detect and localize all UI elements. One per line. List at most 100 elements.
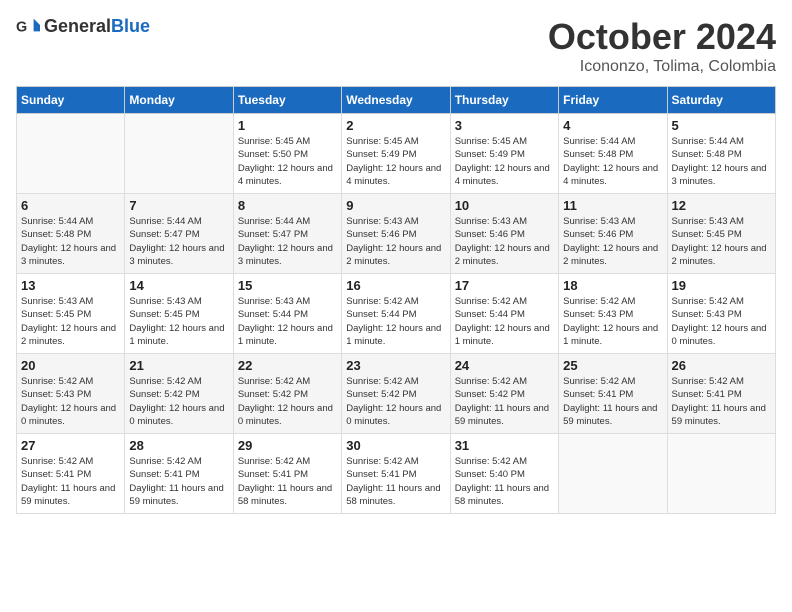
calendar-cell: 20Sunrise: 5:42 AM Sunset: 5:43 PM Dayli… (17, 354, 125, 434)
day-number: 8 (238, 198, 337, 213)
day-number: 24 (455, 358, 554, 373)
weekday-header-tuesday: Tuesday (233, 87, 341, 114)
day-number: 7 (129, 198, 228, 213)
day-info: Sunrise: 5:44 AM Sunset: 5:48 PM Dayligh… (672, 135, 771, 188)
day-number: 14 (129, 278, 228, 293)
day-info: Sunrise: 5:42 AM Sunset: 5:42 PM Dayligh… (455, 375, 554, 428)
calendar-cell: 8 Sunrise: 5:44 AM Sunset: 5:47 PM Daylig… (233, 194, 341, 274)
calendar-cell: 16 Sunrise: 5:42 AM Sunset: 5:44 PM Dayli… (342, 274, 450, 354)
calendar-cell: 11 Sunrise: 5:43 AM Sunset: 5:46 PM Dayli… (559, 194, 667, 274)
header: G GeneralBlue October 2024 Icononzo, Tol… (16, 16, 776, 76)
day-number: 22 (238, 358, 337, 373)
calendar-cell: 7 Sunrise: 5:44 AM Sunset: 5:47 PM Daylig… (125, 194, 233, 274)
day-number: 28 (129, 438, 228, 453)
day-info: Sunrise: 5:42 AM Sunset: 5:43 PM Dayligh… (563, 295, 662, 348)
calendar-cell: 1 Sunrise: 5:45 AM Sunset: 5:50 PM Daylig… (233, 114, 341, 194)
day-number: 21 (129, 358, 228, 373)
day-info: Sunrise: 5:44 AM Sunset: 5:47 PM Dayligh… (129, 215, 228, 268)
day-number: 4 (563, 118, 662, 133)
location-title: Icononzo, Tolima, Colombia (548, 58, 776, 76)
calendar-table: SundayMondayTuesdayWednesdayThursdayFrid… (16, 86, 776, 514)
day-number: 12 (672, 198, 771, 213)
weekday-header-wednesday: Wednesday (342, 87, 450, 114)
day-number: 17 (455, 278, 554, 293)
day-info: Sunrise: 5:42 AM Sunset: 5:41 PM Dayligh… (129, 455, 228, 508)
calendar-cell: 31 Sunrise: 5:42 AM Sunset: 5:40 PM Dayli… (450, 434, 558, 514)
weekday-header-friday: Friday (559, 87, 667, 114)
calendar-cell: 2 Sunrise: 5:45 AM Sunset: 5:49 PM Daylig… (342, 114, 450, 194)
calendar-cell: 22 Sunrise: 5:42 AM Sunset: 5:42 PM Dayli… (233, 354, 341, 434)
day-info: Sunrise: 5:43 AM Sunset: 5:46 PM Dayligh… (563, 215, 662, 268)
logo-icon: G (16, 17, 40, 37)
day-info: Sunrise: 5:43 AM Sunset: 5:44 PM Dayligh… (238, 295, 337, 348)
day-info: Sunrise: 5:45 AM Sunset: 5:49 PM Dayligh… (346, 135, 445, 188)
calendar-cell: 18 Sunrise: 5:42 AM Sunset: 5:43 PM Dayli… (559, 274, 667, 354)
weekday-header-saturday: Saturday (667, 87, 775, 114)
day-number: 16 (346, 278, 445, 293)
day-info: Sunrise: 5:44 AM Sunset: 5:48 PM Dayligh… (21, 215, 120, 268)
day-info: Sunrise: 5:45 AM Sunset: 5:50 PM Dayligh… (238, 135, 337, 188)
calendar-cell: 24 Sunrise: 5:42 AM Sunset: 5:42 PM Dayli… (450, 354, 558, 434)
day-number: 27 (21, 438, 120, 453)
day-number: 13 (21, 278, 120, 293)
calendar-cell: 5 Sunrise: 5:44 AM Sunset: 5:48 PM Daylig… (667, 114, 775, 194)
calendar-cell: 27 Sunrise: 5:42 AM Sunset: 5:41 PM Dayli… (17, 434, 125, 514)
day-info: Sunrise: 5:42 AM Sunset: 5:44 PM Dayligh… (455, 295, 554, 348)
day-number: 5 (672, 118, 771, 133)
calendar-cell: 21Sunrise: 5:42 AM Sunset: 5:42 PM Dayli… (125, 354, 233, 434)
calendar-cell (559, 434, 667, 514)
calendar-cell (17, 114, 125, 194)
calendar-cell: 30Sunrise: 5:42 AM Sunset: 5:41 PM Dayli… (342, 434, 450, 514)
day-info: Sunrise: 5:43 AM Sunset: 5:46 PM Dayligh… (455, 215, 554, 268)
day-number: 1 (238, 118, 337, 133)
day-number: 3 (455, 118, 554, 133)
day-info: Sunrise: 5:42 AM Sunset: 5:41 PM Dayligh… (672, 375, 771, 428)
day-number: 15 (238, 278, 337, 293)
day-info: Sunrise: 5:42 AM Sunset: 5:40 PM Dayligh… (455, 455, 554, 508)
day-info: Sunrise: 5:42 AM Sunset: 5:42 PM Dayligh… (346, 375, 445, 428)
month-title: October 2024 (548, 16, 776, 58)
svg-text:G: G (16, 19, 27, 35)
calendar-cell: 10Sunrise: 5:43 AM Sunset: 5:46 PM Dayli… (450, 194, 558, 274)
calendar-week-row: 6Sunrise: 5:44 AM Sunset: 5:48 PM Daylig… (17, 194, 776, 274)
logo-blue-text: Blue (111, 16, 150, 36)
day-info: Sunrise: 5:42 AM Sunset: 5:43 PM Dayligh… (21, 375, 120, 428)
day-number: 18 (563, 278, 662, 293)
logo: G GeneralBlue (16, 16, 150, 37)
day-number: 2 (346, 118, 445, 133)
calendar-cell: 25Sunrise: 5:42 AM Sunset: 5:41 PM Dayli… (559, 354, 667, 434)
calendar-cell: 15 Sunrise: 5:43 AM Sunset: 5:44 PM Dayli… (233, 274, 341, 354)
day-number: 29 (238, 438, 337, 453)
calendar-cell: 19 Sunrise: 5:42 AM Sunset: 5:43 PM Dayli… (667, 274, 775, 354)
weekday-header-row: SundayMondayTuesdayWednesdayThursdayFrid… (17, 87, 776, 114)
day-info: Sunrise: 5:42 AM Sunset: 5:41 PM Dayligh… (21, 455, 120, 508)
calendar-cell: 4 Sunrise: 5:44 AM Sunset: 5:48 PM Daylig… (559, 114, 667, 194)
calendar-week-row: 1 Sunrise: 5:45 AM Sunset: 5:50 PM Daylig… (17, 114, 776, 194)
calendar-cell: 3Sunrise: 5:45 AM Sunset: 5:49 PM Daylig… (450, 114, 558, 194)
calendar-cell: 29Sunrise: 5:42 AM Sunset: 5:41 PM Dayli… (233, 434, 341, 514)
calendar-week-row: 27 Sunrise: 5:42 AM Sunset: 5:41 PM Dayli… (17, 434, 776, 514)
day-number: 9 (346, 198, 445, 213)
calendar-cell: 6Sunrise: 5:44 AM Sunset: 5:48 PM Daylig… (17, 194, 125, 274)
day-info: Sunrise: 5:42 AM Sunset: 5:41 PM Dayligh… (346, 455, 445, 508)
weekday-header-monday: Monday (125, 87, 233, 114)
day-number: 19 (672, 278, 771, 293)
day-info: Sunrise: 5:42 AM Sunset: 5:42 PM Dayligh… (238, 375, 337, 428)
calendar-cell: 12 Sunrise: 5:43 AM Sunset: 5:45 PM Dayli… (667, 194, 775, 274)
day-info: Sunrise: 5:44 AM Sunset: 5:47 PM Dayligh… (238, 215, 337, 268)
day-number: 11 (563, 198, 662, 213)
day-info: Sunrise: 5:42 AM Sunset: 5:43 PM Dayligh… (672, 295, 771, 348)
title-area: October 2024 Icononzo, Tolima, Colombia (548, 16, 776, 76)
weekday-header-sunday: Sunday (17, 87, 125, 114)
calendar-cell: 26Sunrise: 5:42 AM Sunset: 5:41 PM Dayli… (667, 354, 775, 434)
weekday-header-thursday: Thursday (450, 87, 558, 114)
day-number: 31 (455, 438, 554, 453)
day-info: Sunrise: 5:42 AM Sunset: 5:44 PM Dayligh… (346, 295, 445, 348)
calendar-cell (125, 114, 233, 194)
day-info: Sunrise: 5:43 AM Sunset: 5:45 PM Dayligh… (21, 295, 120, 348)
calendar-week-row: 13 Sunrise: 5:43 AM Sunset: 5:45 PM Dayli… (17, 274, 776, 354)
day-info: Sunrise: 5:43 AM Sunset: 5:45 PM Dayligh… (672, 215, 771, 268)
day-number: 25 (563, 358, 662, 373)
day-info: Sunrise: 5:44 AM Sunset: 5:48 PM Dayligh… (563, 135, 662, 188)
day-number: 23 (346, 358, 445, 373)
